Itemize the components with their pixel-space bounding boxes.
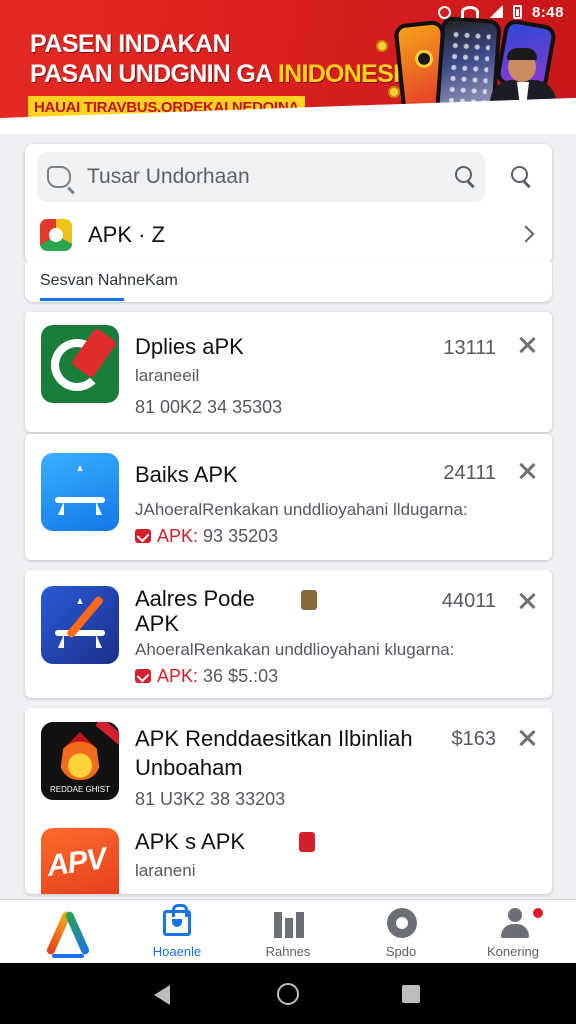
- tag-icon: [299, 832, 315, 852]
- app-icon: [41, 453, 119, 531]
- nav-item-rankings[interactable]: Rahnes: [238, 900, 338, 964]
- app-count: 24111: [443, 462, 496, 484]
- promo-banner[interactable]: 8:48 PASEN INDAKAN PASAN UNDGNIN GA INID…: [0, 0, 576, 134]
- user-icon: [501, 908, 529, 938]
- app-name: APK s APK: [135, 829, 246, 854]
- app-meta: 81 U3K2 38 33203: [135, 789, 286, 809]
- bar-chart-icon: [274, 912, 304, 938]
- app-name: Dplies aPK: [135, 334, 244, 359]
- app-count: 44011: [441, 590, 496, 612]
- system-navigation-bar: [0, 963, 576, 1024]
- banner-highlight: INIDONESI: [277, 60, 400, 88]
- close-icon[interactable]: [518, 729, 536, 747]
- app-logo-icon: [42, 910, 92, 958]
- section-underline: [40, 298, 124, 301]
- nav-home-logo[interactable]: [18, 900, 118, 964]
- app-subtitle: JAhoeralRenkakan unddlioyahani lldugarna…: [135, 500, 468, 519]
- coin-decoration: [388, 86, 400, 98]
- app-meta: APK: 93 35203: [135, 526, 278, 547]
- apk-category-label: APK · Z: [88, 222, 166, 247]
- app-subtitle: laraneeil: [135, 366, 200, 385]
- list-item[interactable]: Baiks APK JAhoeralRenkakan unddlioyahani…: [25, 434, 552, 560]
- wifi-icon: [460, 6, 479, 18]
- apk-category-icon: [40, 219, 72, 251]
- list-item[interactable]: REDDAE GHIST APK Renddaesitkan Ilbinliah…: [25, 708, 552, 894]
- back-icon[interactable]: [154, 985, 170, 1005]
- app-icon: [41, 586, 119, 664]
- section-header: Sesvan NahneKam: [25, 262, 552, 302]
- banner-headline: PASEN INDAKAN: [30, 30, 231, 58]
- banner-tagline: HAUAI TIRAVBUS.ORDEKAI NEDOINA: [28, 96, 305, 119]
- list-item[interactable]: Aalres Pode APK AhoeralRenkakan unddlioy…: [25, 570, 552, 698]
- app-count: 13111: [443, 337, 496, 359]
- app-name-line2: Unboaham: [135, 755, 243, 780]
- app-icon: APV: [41, 828, 119, 894]
- app-name: APK Renddaesitkan Ilbinliah: [135, 726, 413, 751]
- search-input[interactable]: [87, 165, 485, 189]
- banner-subheadline: PASAN UNDGNIN GA INIDONESI: [30, 60, 400, 88]
- recent-apps-icon[interactable]: [402, 985, 420, 1003]
- search-box[interactable]: [37, 152, 485, 202]
- search-icon[interactable]: [455, 166, 475, 186]
- app-icon: REDDAE GHIST: [41, 722, 119, 800]
- close-icon[interactable]: [518, 462, 536, 480]
- home-icon[interactable]: [277, 983, 299, 1005]
- search-card: APK · Z: [25, 144, 552, 264]
- app-subtitle: laraneni: [135, 861, 196, 880]
- nav-item-home[interactable]: Hoaenle: [127, 900, 227, 964]
- bottom-navigation: Hoaenle Rahnes Spdo Konering: [0, 899, 576, 963]
- person-image: [490, 48, 556, 134]
- status-bar: 8:48: [437, 2, 564, 22]
- nav-item-spdo[interactable]: Spdo: [351, 900, 451, 964]
- app-meta: 81 00K2 34 35303: [135, 397, 283, 417]
- battery-icon: [512, 5, 522, 19]
- app-subtitle: AhoeralRenkakan unddlioyahani klugarna:: [135, 640, 455, 659]
- app-meta: APK: 36 $5.:03: [135, 666, 278, 687]
- signal-icon: [488, 6, 503, 18]
- app-icon: [41, 325, 119, 403]
- chat-icon: [47, 166, 71, 188]
- list-item[interactable]: Dplies aPK laraneeil 81 00K2 34 35303 13…: [25, 312, 552, 432]
- apk-category-row[interactable]: APK · Z: [25, 206, 552, 264]
- coin-decoration: [376, 40, 388, 52]
- notification-dot: [531, 906, 545, 920]
- status-time: 8:48: [531, 3, 564, 21]
- close-icon[interactable]: [518, 592, 536, 610]
- app-count: $163: [451, 728, 497, 750]
- close-icon[interactable]: [518, 336, 536, 354]
- section-title: Sesvan NahneKam: [40, 272, 178, 289]
- badge-icon: [135, 669, 151, 683]
- app-name: Aalres Pode: [135, 586, 255, 611]
- shopping-bag-icon: [163, 904, 191, 936]
- chevron-right-icon: [517, 225, 535, 243]
- badge-icon: [135, 529, 151, 543]
- search-button-icon[interactable]: [511, 166, 531, 186]
- alarm-icon: [437, 5, 451, 19]
- app-name-line2: APK: [135, 611, 180, 636]
- nav-item-account[interactable]: Konering: [463, 900, 563, 964]
- disc-icon: [387, 908, 417, 938]
- app-name: Baiks APK: [135, 462, 238, 487]
- tag-icon: [301, 590, 317, 610]
